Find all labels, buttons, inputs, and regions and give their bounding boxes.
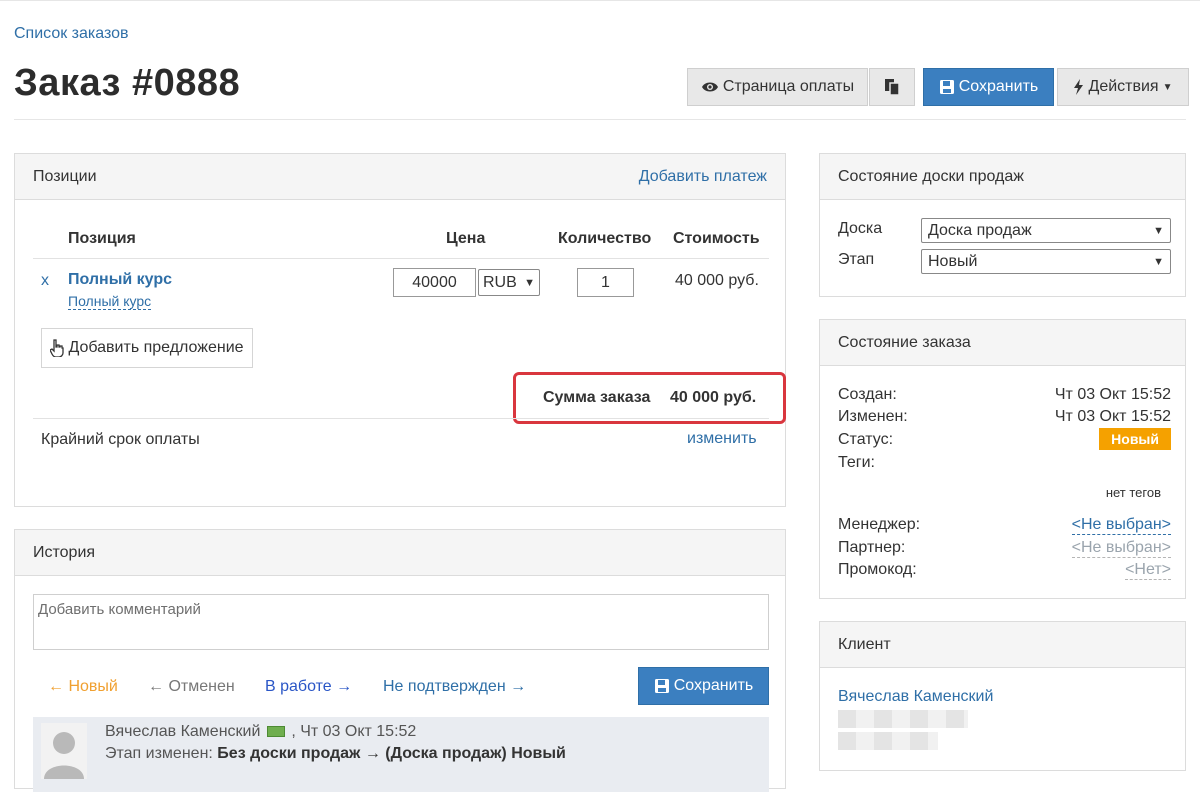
header-divider [14, 119, 1186, 120]
top-divider [0, 0, 1200, 1]
add-payment-link[interactable]: Добавить платеж [639, 168, 767, 186]
payment-page-button[interactable]: Страница оплаты [687, 68, 868, 106]
entry-meta: Вячеслав Каменский , Чт 03 Окт 15:52 [105, 723, 416, 741]
bolt-icon [1074, 79, 1084, 95]
positions-header: Позиции Добавить платеж [15, 154, 785, 200]
status-badge: Новый [1099, 428, 1171, 450]
board-select-value: Доска продаж [928, 221, 1032, 239]
chevron-down-icon: ▼ [524, 276, 535, 289]
history-entry: Вячеслав Каменский , Чт 03 Окт 15:52 Эта… [33, 717, 769, 792]
floppy-icon [654, 679, 669, 693]
client-panel: Клиент Вячеслав Каменский [819, 621, 1186, 771]
partner-label: Партнер: [838, 539, 906, 556]
copy-button[interactable] [869, 68, 915, 106]
table-header-divider [33, 258, 769, 259]
page-title: Заказ #0888 [14, 62, 241, 104]
history-save-label: Сохранить [673, 677, 754, 694]
positions-panel: Позиции Добавить платеж Позиция Цена Кол… [14, 153, 786, 507]
sales-board-title: Состояние доски продаж [838, 167, 1024, 185]
comment-input[interactable]: Добавить комментарий [33, 594, 769, 650]
sales-board-header: Состояние доски продаж [820, 154, 1185, 200]
edit-deadline-link[interactable]: изменить [687, 430, 757, 448]
column-item: Позиция [68, 230, 136, 247]
order-state-header: Состояние заказа [820, 320, 1185, 366]
item-offer-link[interactable]: Полный курс [68, 293, 152, 310]
transition-in-progress[interactable]: В работе → [265, 678, 352, 696]
history-panel: История Добавить комментарий ← Новый ← О… [14, 529, 786, 792]
created-label: Создан: [838, 386, 897, 403]
actions-label: Действия [1088, 78, 1159, 95]
remove-item-button[interactable]: x [41, 272, 49, 290]
currency-value: RUB [483, 273, 517, 291]
payment-deadline-label: Крайний срок оплаты [41, 431, 200, 448]
entry-author: Вячеслав Каменский [105, 723, 261, 740]
price-input[interactable]: 40000 [393, 268, 476, 297]
add-offer-label: Добавить предложение [68, 339, 244, 356]
order-state-title: Состояние заказа [838, 333, 971, 351]
floppy-icon [939, 80, 954, 94]
tags-label: Теги: [838, 454, 875, 471]
positions-title: Позиции [33, 167, 97, 185]
transition-unconfirmed[interactable]: Не подтвержден → [383, 678, 526, 696]
column-qty: Количество [558, 230, 652, 247]
item-cost: 40 000 руб. [675, 272, 759, 289]
history-title: История [33, 543, 96, 561]
chevron-down-icon: ▼ [1153, 255, 1164, 268]
client-title: Клиент [838, 635, 891, 653]
entry-change-value: Без доски продаж → (Доска продаж) Новый [217, 745, 566, 762]
save-button[interactable]: Сохранить [923, 68, 1054, 106]
entry-change-prefix: Этап изменен: [105, 745, 213, 762]
changed-value: Чт 03 Окт 15:52 [1054, 408, 1171, 425]
order-sum-value: 40 000 руб. [670, 389, 757, 406]
sum-divider [33, 418, 769, 419]
pointer-hand-icon [50, 339, 65, 357]
no-tags-text: нет тегов [1105, 485, 1161, 500]
caret-down-icon: ▼ [1162, 81, 1173, 93]
column-price: Цена [446, 230, 486, 247]
stage-select[interactable]: Новый ▼ [921, 249, 1171, 274]
entry-date: , Чт 03 Окт 15:52 [291, 723, 417, 740]
entry-change: Этап изменен: Без доски продаж → (Доска … [105, 745, 566, 763]
currency-select[interactable]: RUB ▼ [478, 269, 540, 296]
actions-dropdown-button[interactable]: Действия ▼ [1057, 68, 1189, 106]
manager-select-link[interactable]: <Не выбран> [1071, 516, 1171, 535]
item-name-link[interactable]: Полный курс [68, 271, 172, 289]
client-name-link[interactable]: Вячеслав Каменский [838, 688, 993, 706]
avatar-placeholder-icon [41, 723, 87, 779]
stage-label: Этап [838, 251, 875, 268]
client-header: Клиент [820, 622, 1185, 668]
manager-label: Менеджер: [838, 516, 921, 533]
board-select[interactable]: Доска продаж ▼ [921, 218, 1171, 243]
save-label: Сохранить [958, 78, 1039, 95]
history-save-button[interactable]: Сохранить [638, 667, 769, 705]
client-contact-redacted-2 [838, 732, 938, 750]
partner-select-link[interactable]: <Не выбран> [1071, 539, 1171, 558]
sales-board-panel: Состояние доски продаж Доска Доска прода… [819, 153, 1186, 297]
add-offer-button[interactable]: Добавить предложение [41, 328, 253, 368]
copy-icon [885, 79, 900, 96]
transition-new[interactable]: ← Новый [48, 678, 118, 696]
transition-cancelled[interactable]: ← Отменен [148, 678, 235, 696]
quantity-input[interactable]: 1 [577, 268, 634, 297]
money-icon [266, 726, 285, 738]
order-sum-label: Сумма заказа [543, 389, 651, 406]
history-header: История [15, 530, 785, 576]
order-state-panel: Состояние заказа Создан: Чт 03 Окт 15:52… [819, 319, 1186, 599]
changed-label: Изменен: [838, 408, 908, 425]
chevron-down-icon: ▼ [1153, 224, 1164, 237]
stage-select-value: Новый [928, 252, 978, 270]
created-value: Чт 03 Окт 15:52 [1054, 386, 1171, 403]
board-label: Доска [838, 220, 883, 237]
payment-page-label: Страница оплаты [722, 78, 855, 95]
promo-label: Промокод: [838, 561, 917, 578]
breadcrumb-orders-list[interactable]: Список заказов [14, 25, 129, 43]
eye-icon [701, 82, 718, 92]
promo-select-link[interactable]: <Нет> [1125, 561, 1171, 580]
status-label: Статус: [838, 431, 894, 448]
column-cost: Стоимость [673, 230, 760, 247]
toolbar: Страница оплаты Сохранить Действия ▼ [687, 68, 1189, 106]
client-contact-redacted [838, 710, 968, 728]
